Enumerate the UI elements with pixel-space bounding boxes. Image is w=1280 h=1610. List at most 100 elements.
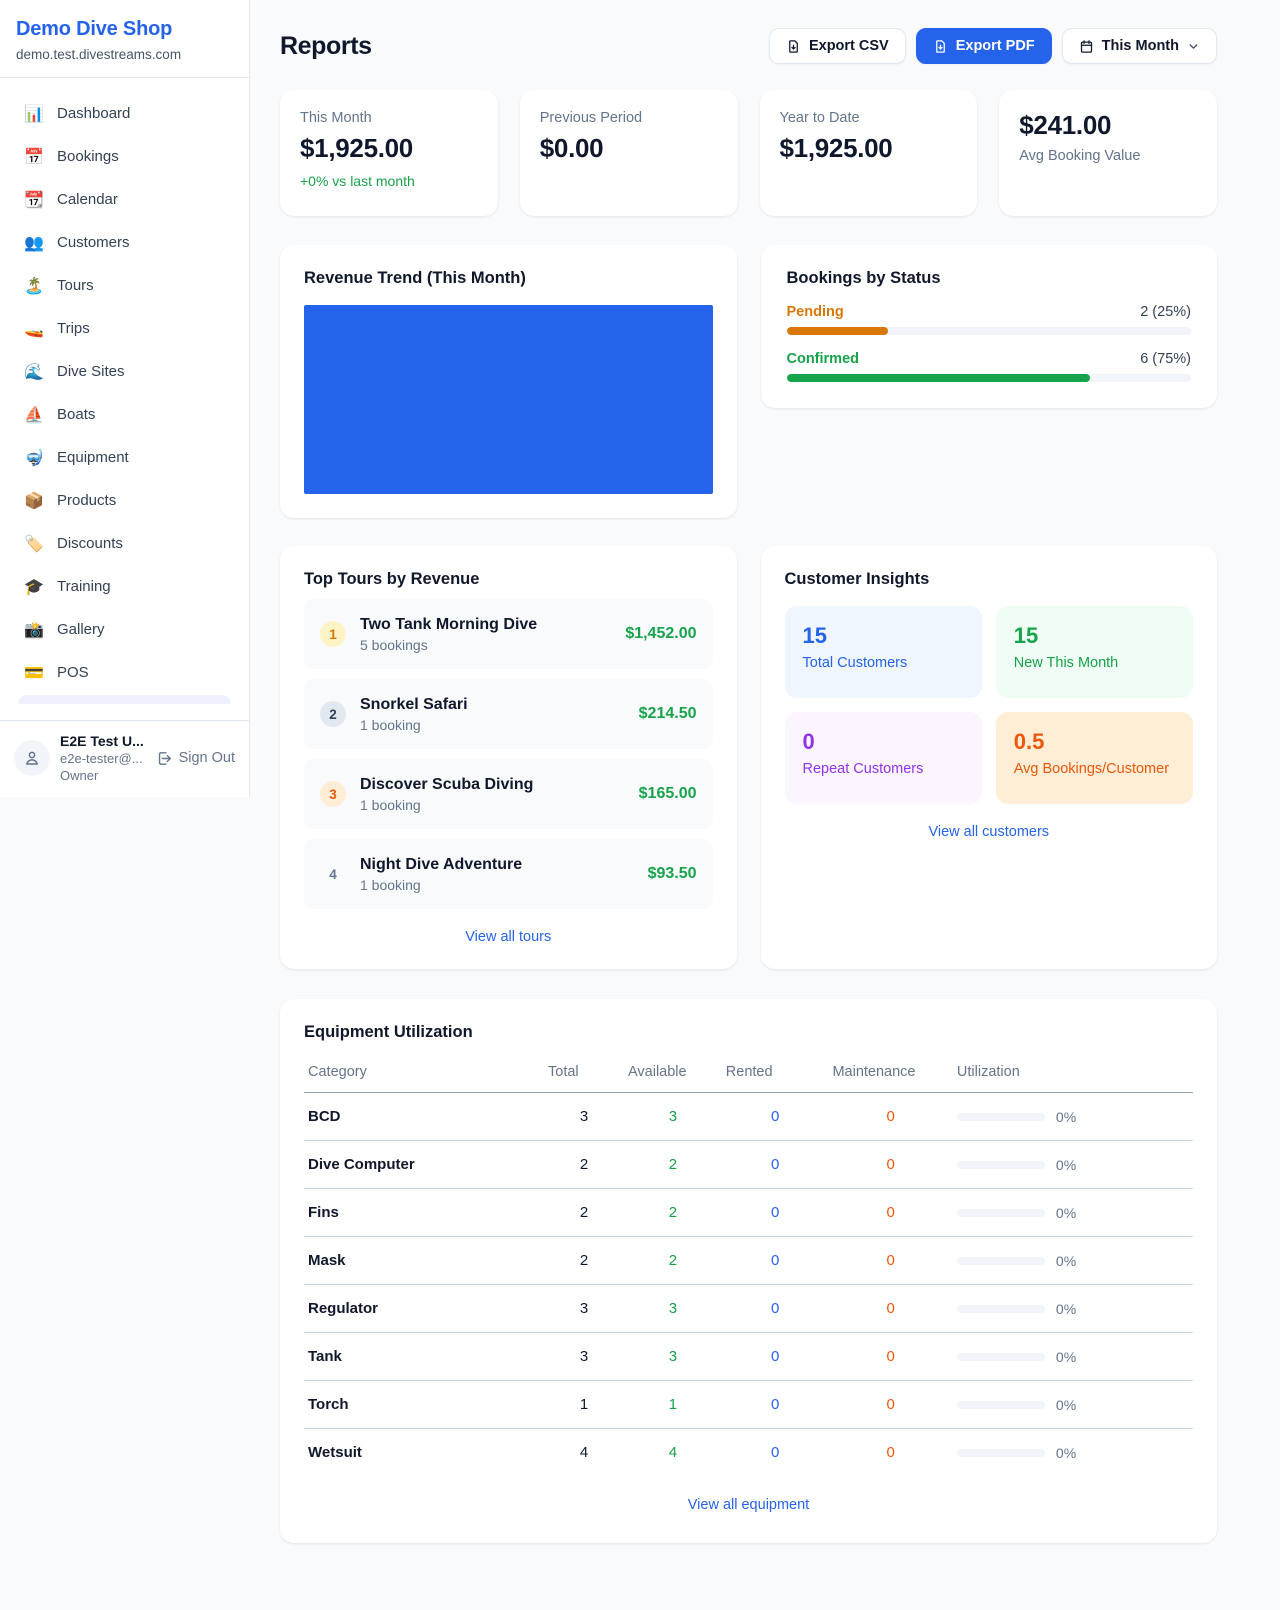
sidebar-item-gallery[interactable]: 📸 Gallery — [12, 608, 237, 651]
utilization-bar — [957, 1353, 1045, 1361]
sidebar-item-dashboard[interactable]: 📊 Dashboard — [12, 92, 237, 135]
utilization-bar — [957, 1305, 1045, 1313]
sidebar-item-dive-sites[interactable]: 🌊 Dive Sites — [12, 350, 237, 393]
file-download-icon — [933, 39, 948, 54]
top-tours-title: Top Tours by Revenue — [304, 570, 713, 589]
user-info: E2E Test U... e2e-tester@... Owner — [60, 733, 144, 783]
stat-card-year-to-date: Year to Date $1,925.00 — [760, 90, 978, 216]
view-all-customers-link[interactable]: View all customers — [785, 824, 1194, 840]
trips-icon: 🚤 — [24, 319, 44, 339]
user-name: E2E Test U... — [60, 733, 144, 749]
cell-maintenance: 0 — [828, 1237, 952, 1285]
stat-label: Year to Date — [780, 110, 958, 126]
rank-badge: 4 — [320, 861, 346, 887]
tour-row[interactable]: 2 Snorkel Safari 1 booking $214.50 — [304, 679, 713, 749]
cell-category: BCD — [304, 1093, 544, 1141]
sidebar-item-trips[interactable]: 🚤 Trips — [12, 307, 237, 350]
tour-bookings: 1 booking — [360, 797, 533, 813]
sidebar-item-boats[interactable]: ⛵ Boats — [12, 393, 237, 436]
sidebar-item-bookings[interactable]: 📅 Bookings — [12, 135, 237, 178]
stat-label: This Month — [300, 110, 478, 126]
sidebar-item-pos[interactable]: 💳 POS — [12, 651, 237, 694]
utilization-bar — [957, 1161, 1045, 1169]
equipment-utilization-card: Equipment Utilization Category Total Ava… — [280, 999, 1217, 1543]
stat-card-previous-period: Previous Period $0.00 — [520, 90, 738, 216]
status-row-confirmed: Confirmed 6 (75%) — [787, 351, 1192, 382]
sidebar-item-products[interactable]: 📦 Products — [12, 479, 237, 522]
cell-available: 3 — [624, 1333, 722, 1381]
period-label: This Month — [1102, 38, 1179, 54]
table-row: Torch 1 1 0 0 0% — [304, 1381, 1193, 1429]
sidebar-item-label: Tours — [57, 277, 94, 294]
cell-available: 2 — [624, 1189, 722, 1237]
period-dropdown[interactable]: This Month — [1062, 28, 1217, 64]
tours-icon: 🏝️ — [24, 276, 44, 296]
gallery-icon: 📸 — [24, 620, 44, 640]
cell-utilization: 0% — [953, 1333, 1193, 1381]
cell-total: 2 — [544, 1237, 624, 1285]
view-all-equipment-link[interactable]: View all equipment — [304, 1497, 1193, 1513]
header-actions: Export CSV Export PDF This Month — [769, 28, 1217, 64]
sign-out-button[interactable]: Sign Out — [156, 750, 235, 767]
stat-label: Avg Booking Value — [1019, 148, 1197, 164]
column-header: Maintenance — [828, 1056, 952, 1093]
status-count: 6 (75%) — [1140, 351, 1191, 367]
charts-row: Revenue Trend (This Month) Bookings by S… — [280, 245, 1217, 518]
cell-rented: 0 — [722, 1333, 829, 1381]
sidebar-item-equipment[interactable]: 🤿 Equipment — [12, 436, 237, 479]
avatar — [14, 740, 50, 776]
stat-label: Previous Period — [540, 110, 718, 126]
insight-value: 15 — [803, 623, 964, 649]
insight-label: Avg Bookings/Customer — [1014, 761, 1175, 777]
export-csv-button[interactable]: Export CSV — [769, 28, 906, 64]
cell-total: 3 — [544, 1285, 624, 1333]
table-row: Fins 2 2 0 0 0% — [304, 1189, 1193, 1237]
tour-revenue: $93.50 — [648, 865, 697, 883]
revenue-trend-card: Revenue Trend (This Month) — [280, 245, 737, 518]
cell-rented: 0 — [722, 1285, 829, 1333]
sidebar-item-training[interactable]: 🎓 Training — [12, 565, 237, 608]
tour-revenue: $1,452.00 — [625, 625, 696, 643]
sidebar-item-tours[interactable]: 🏝️ Tours — [12, 264, 237, 307]
sidebar-item-customers[interactable]: 👥 Customers — [12, 221, 237, 264]
equipment-icon: 🤿 — [24, 448, 44, 468]
cell-category: Fins — [304, 1189, 544, 1237]
rank-badge: 3 — [320, 781, 346, 807]
sign-out-icon — [156, 750, 173, 767]
bookings-by-status-card: Bookings by Status Pending 2 (25%) Confi… — [761, 245, 1218, 408]
sidebar-item-label: Trips — [57, 320, 90, 337]
status-label: Confirmed — [787, 351, 860, 367]
tour-row[interactable]: 3 Discover Scuba Diving 1 booking $165.0… — [304, 759, 713, 829]
view-all-tours-link[interactable]: View all tours — [304, 929, 713, 945]
tour-row[interactable]: 1 Two Tank Morning Dive 5 bookings $1,45… — [304, 599, 713, 669]
tour-name: Snorkel Safari — [360, 696, 468, 714]
cell-category: Wetsuit — [304, 1429, 544, 1477]
stat-card-avg-booking-value: $241.00 Avg Booking Value — [999, 90, 1217, 216]
file-download-icon — [786, 39, 801, 54]
page-header: Reports Export CSV Export PDF — [280, 28, 1217, 64]
utilization-bar — [957, 1209, 1045, 1217]
sidebar-item-reports-active-partial[interactable] — [18, 695, 231, 704]
cell-total: 1 — [544, 1381, 624, 1429]
cell-maintenance: 0 — [828, 1093, 952, 1141]
utilization-percent: 0% — [1056, 1397, 1076, 1413]
cell-total: 2 — [544, 1141, 624, 1189]
cell-maintenance: 0 — [828, 1189, 952, 1237]
sidebar-nav: 📊 Dashboard 📅 Bookings 📆 Calendar 👥 Cust… — [0, 78, 249, 720]
sidebar-item-label: Equipment — [57, 449, 129, 466]
tour-bookings: 1 booking — [360, 717, 468, 733]
boats-icon: ⛵ — [24, 405, 44, 425]
sidebar-item-calendar[interactable]: 📆 Calendar — [12, 178, 237, 221]
sidebar-item-discounts[interactable]: 🏷️ Discounts — [12, 522, 237, 565]
shop-domain: demo.test.divestreams.com — [16, 47, 233, 62]
customers-icon: 👥 — [24, 233, 44, 253]
cell-rented: 0 — [722, 1141, 829, 1189]
export-csv-label: Export CSV — [809, 38, 889, 54]
cell-category: Dive Computer — [304, 1141, 544, 1189]
stat-delta: +0% vs last month — [300, 173, 478, 189]
tour-row[interactable]: 4 Night Dive Adventure 1 booking $93.50 — [304, 839, 713, 909]
cell-rented: 0 — [722, 1237, 829, 1285]
column-header: Utilization — [953, 1056, 1193, 1093]
cell-utilization: 0% — [953, 1381, 1193, 1429]
export-pdf-button[interactable]: Export PDF — [916, 28, 1052, 64]
